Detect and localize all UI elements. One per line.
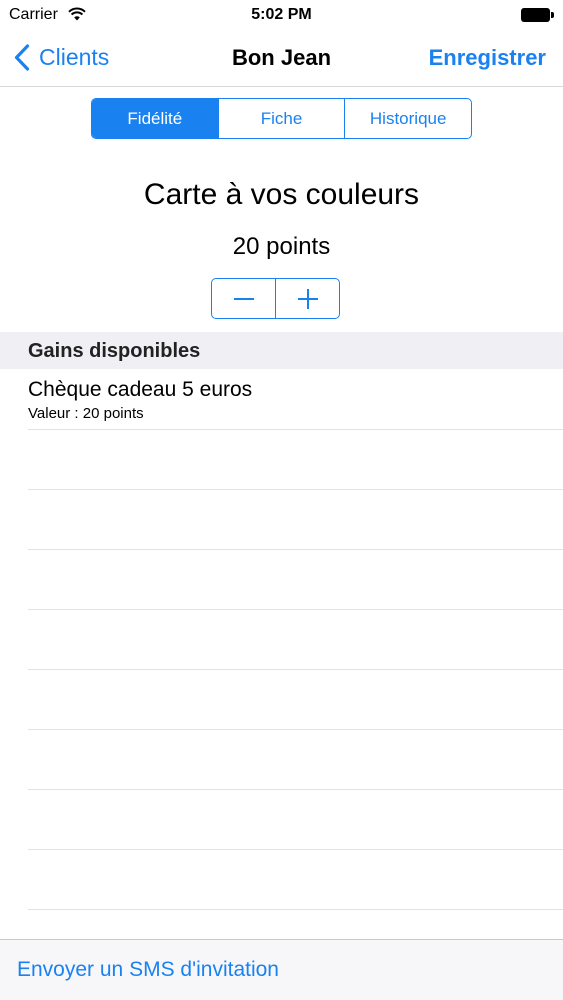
segmented-control: Fidélité Fiche Historique: [91, 98, 472, 139]
tab-fidelite[interactable]: Fidélité: [92, 99, 219, 138]
row-separator: [28, 849, 563, 850]
reward-title: Chèque cadeau 5 euros: [28, 378, 253, 401]
reward-value: Valeur : 20 points: [28, 405, 144, 422]
points-stepper: [211, 278, 340, 319]
bottom-toolbar: Envoyer un SMS d'invitation: [0, 939, 563, 1000]
tab-historique[interactable]: Historique: [345, 99, 471, 138]
screen: Carrier 5:02 PM Clients Bon Jean Enregis…: [0, 0, 563, 1000]
increment-button[interactable]: [276, 279, 339, 318]
card-title: Carte à vos couleurs: [143, 178, 420, 211]
row-separator: [28, 729, 563, 730]
row-separator: [28, 669, 563, 670]
list-item[interactable]: Chèque cadeau 5 euros Valeur : 20 points: [0, 369, 563, 430]
section-header: Gains disponibles: [0, 332, 563, 369]
row-separator: [28, 549, 563, 550]
row-separator: [28, 489, 563, 490]
save-button[interactable]: Enregistrer: [429, 45, 546, 71]
row-separator: [28, 429, 563, 430]
points-value: 20 points: [232, 233, 331, 260]
minus-icon: [233, 297, 254, 300]
status-bar: Carrier 5:02 PM: [0, 0, 563, 30]
navigation-bar: Clients Bon Jean Enregistrer: [0, 30, 563, 87]
battery-icon: [521, 8, 554, 22]
row-separator: [28, 909, 563, 910]
plus-icon: [297, 288, 318, 309]
decrement-button[interactable]: [212, 279, 276, 318]
tab-fiche[interactable]: Fiche: [219, 99, 346, 138]
row-separator: [28, 609, 563, 610]
clock: 5:02 PM: [251, 6, 312, 23]
row-separator: [28, 789, 563, 790]
send-sms-invitation-button[interactable]: Envoyer un SMS d'invitation: [17, 958, 279, 982]
section-header-label: Gains disponibles: [28, 340, 201, 362]
